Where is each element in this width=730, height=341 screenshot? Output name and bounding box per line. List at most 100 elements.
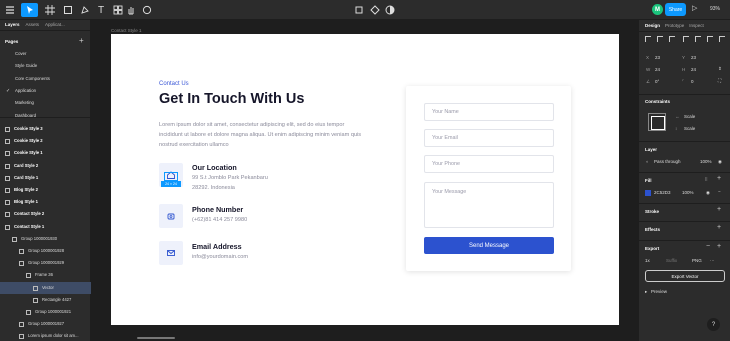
- tab-prototype[interactable]: Prototype: [665, 23, 684, 28]
- fill-styles-icon[interactable]: ⁞⁞: [705, 177, 708, 182]
- constraints-widget[interactable]: [648, 113, 666, 131]
- align-center-v-icon[interactable]: [695, 36, 701, 42]
- layer-row[interactable]: Contact Style 1: [0, 221, 91, 233]
- layer-row[interactable]: Rectangle 4427: [0, 294, 91, 306]
- group-icon: [19, 249, 24, 254]
- crop-icon[interactable]: [352, 3, 366, 17]
- add-fill-icon[interactable]: +: [717, 175, 721, 182]
- horizontal-scrollbar[interactable]: [137, 337, 175, 339]
- page-item[interactable]: Cover: [0, 49, 91, 59]
- remove-export-icon[interactable]: −: [706, 243, 710, 250]
- align-left-icon[interactable]: [645, 36, 651, 42]
- tab-application[interactable]: Applicat...: [45, 22, 65, 28]
- corner-radius-icon: ⌜: [682, 79, 685, 84]
- group-icon: [12, 236, 17, 242]
- fill-visibility-eye-icon[interactable]: ◉: [706, 190, 710, 196]
- add-page-icon[interactable]: +: [79, 36, 84, 45]
- fill-hex-input[interactable]: 2C52D3: [654, 190, 671, 195]
- pen-tool-icon[interactable]: [78, 3, 92, 17]
- layer-row[interactable]: Cookie Style 3: [0, 123, 91, 135]
- export-format-select[interactable]: PNG: [692, 258, 702, 263]
- rotation-input[interactable]: 0°: [655, 79, 659, 84]
- page-item[interactable]: Dashboard: [0, 111, 91, 121]
- email-input[interactable]: Your Email: [424, 129, 554, 147]
- independent-corners-icon[interactable]: ⛶: [718, 78, 721, 83]
- radius-input[interactable]: 0: [691, 79, 694, 84]
- layer-row[interactable]: Group 1000001929: [0, 257, 91, 269]
- layer-label: Group 1000001930: [21, 235, 58, 241]
- layer-row[interactable]: Cookie Style 1: [0, 147, 91, 159]
- layer-row[interactable]: Card Style 1: [0, 172, 91, 184]
- present-play-icon[interactable]: ▷: [692, 4, 697, 12]
- page-item[interactable]: Marketing: [0, 98, 91, 108]
- frame-tool-icon[interactable]: [43, 3, 57, 17]
- fill-color-swatch[interactable]: [645, 190, 651, 196]
- frame-label[interactable]: Contact Style 1: [111, 28, 142, 33]
- layer-row[interactable]: Group 1000001921: [0, 306, 91, 318]
- h-input[interactable]: 24: [691, 67, 696, 72]
- page-item[interactable]: Core Components: [0, 74, 91, 84]
- layer-row[interactable]: Blog Style 1: [0, 196, 91, 208]
- layer-label: Contact Style 1: [14, 223, 45, 229]
- add-stroke-icon[interactable]: +: [717, 206, 721, 213]
- distribute-icon[interactable]: [719, 36, 725, 42]
- blend-mode-select[interactable]: Pass through: [654, 159, 681, 164]
- send-message-button[interactable]: Send Message: [424, 237, 554, 254]
- layer-row[interactable]: Lorem ipsum dolor sit am...: [0, 330, 91, 341]
- export-scale-select[interactable]: 1x: [645, 258, 650, 263]
- remove-fill-icon[interactable]: −: [718, 189, 721, 194]
- x-input[interactable]: 23: [655, 55, 660, 60]
- layer-row-selected[interactable]: Vector: [0, 281, 91, 294]
- layer-row[interactable]: Contact Style 2: [0, 208, 91, 220]
- text-tool-icon[interactable]: T: [94, 3, 108, 17]
- w-input[interactable]: 24: [655, 67, 660, 72]
- fill-opacity-input[interactable]: 100%: [682, 190, 694, 195]
- name-input[interactable]: Your Name: [424, 103, 554, 121]
- tab-inspect[interactable]: Inspect: [689, 23, 704, 28]
- main-menu-icon[interactable]: [3, 3, 17, 17]
- user-avatar[interactable]: M: [652, 4, 663, 15]
- align-right-icon[interactable]: [669, 36, 675, 42]
- component-icon[interactable]: [368, 3, 382, 17]
- align-top-icon[interactable]: [683, 36, 689, 42]
- export-button[interactable]: Export Vector: [645, 270, 725, 282]
- preview-chevron-icon[interactable]: ▸: [645, 289, 647, 295]
- page-item[interactable]: ✓ Application: [0, 86, 91, 96]
- layer-row[interactable]: Card Style 2: [0, 160, 91, 172]
- contrast-icon[interactable]: [383, 3, 397, 17]
- hand-tool-icon[interactable]: [124, 3, 138, 17]
- tab-assets[interactable]: Assets: [26, 22, 40, 28]
- vertical-constraint-select[interactable]: Scale: [684, 126, 695, 131]
- tab-design[interactable]: Design: [645, 23, 660, 28]
- layer-row[interactable]: Blog Style 2: [0, 184, 91, 196]
- zoom-level[interactable]: 93%: [710, 6, 720, 12]
- comment-tool-icon[interactable]: [140, 3, 154, 17]
- move-tool-icon[interactable]: [21, 3, 38, 17]
- layer-row[interactable]: Group 1000001928: [0, 245, 91, 257]
- share-button[interactable]: Share: [665, 3, 686, 16]
- add-export-icon[interactable]: +: [717, 243, 721, 250]
- tab-layers[interactable]: Layers: [5, 22, 20, 28]
- layer-row[interactable]: Group 1000001930: [0, 233, 91, 245]
- align-center-h-icon[interactable]: [657, 36, 663, 42]
- export-suffix-input[interactable]: Suffix: [666, 258, 677, 263]
- export-more-icon[interactable]: ···: [710, 258, 715, 263]
- message-textarea[interactable]: Your Message: [424, 182, 554, 228]
- help-button[interactable]: ?: [707, 318, 720, 331]
- resources-icon[interactable]: [111, 3, 125, 17]
- add-effect-icon[interactable]: +: [717, 224, 721, 231]
- visibility-eye-icon[interactable]: ◉: [718, 159, 722, 165]
- horizontal-constraint-select[interactable]: Scale: [684, 114, 695, 119]
- layer-opacity-input[interactable]: 100%: [700, 159, 712, 164]
- layer-row[interactable]: Frame 36: [0, 269, 91, 281]
- y-input[interactable]: 23: [691, 55, 696, 60]
- phone-input[interactable]: Your Phone: [424, 155, 554, 173]
- page-item[interactable]: Style Guide: [0, 61, 91, 71]
- constrain-proportions-icon[interactable]: ⇕: [718, 66, 722, 72]
- shape-tool-icon[interactable]: [61, 3, 75, 17]
- preview-toggle[interactable]: Preview: [651, 289, 667, 294]
- layer-row[interactable]: Group 1000001927: [0, 318, 91, 330]
- align-bottom-icon[interactable]: [707, 36, 713, 42]
- layer-row[interactable]: Cookie Style 2: [0, 135, 91, 147]
- left-panel-tabs: Layers Assets Applicat...: [0, 20, 90, 31]
